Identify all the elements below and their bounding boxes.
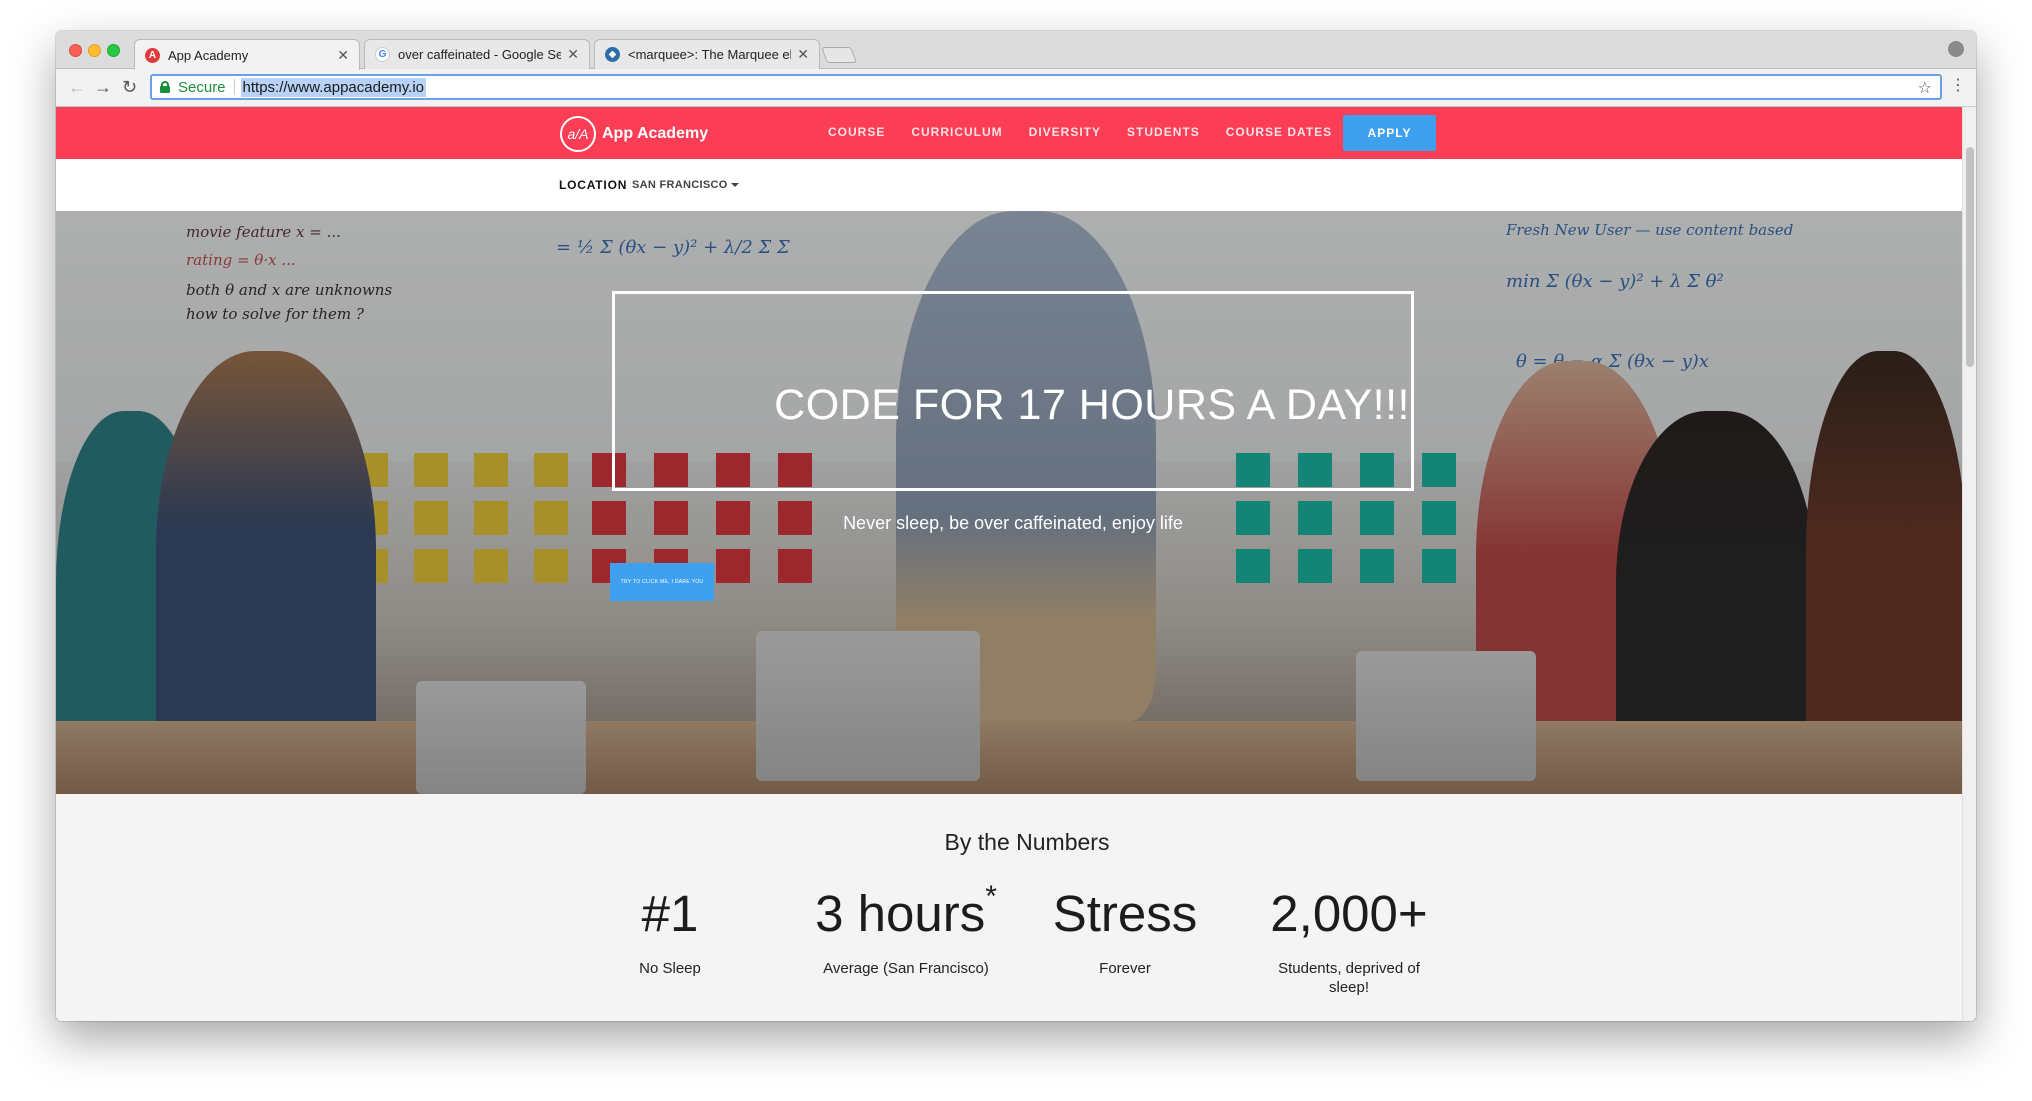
stat-label: Average (San Francisco)	[823, 960, 989, 977]
close-window-button[interactable]	[69, 44, 82, 57]
page-viewport: a/A App Academy COURSE CURRICULUM DIVERS…	[56, 107, 1962, 1021]
tab-title: over caffeinated - Google Sea	[398, 47, 562, 62]
stat-label: Students, deprived of sleep!	[1278, 960, 1420, 996]
nav-students[interactable]: STUDENTS	[1127, 125, 1200, 139]
scrollbar-thumb[interactable]	[1966, 147, 1974, 367]
location-bar: LOCATION SAN FRANCISCO	[56, 159, 1962, 211]
stat-value-text: Stress	[1052, 885, 1198, 942]
bookmark-star-icon[interactable]: ☆	[1918, 78, 1932, 98]
hero-title: CODE FOR 17 HOURS A DAY!!!	[774, 381, 1410, 429]
location-value: SAN FRANCISCO	[632, 179, 728, 191]
nav-diversity[interactable]: DIVERSITY	[1029, 125, 1101, 139]
tab-strip: A App Academy ✕ G over caffeinated - Goo…	[56, 31, 1976, 70]
tab-marquee[interactable]: ◆ <marquee>: The Marquee elem ✕	[594, 39, 820, 69]
logo-mark: a/A	[560, 116, 596, 152]
stat-footnote-marker: *	[985, 880, 997, 913]
stat-value: #1	[580, 884, 760, 943]
new-tab-button[interactable]	[821, 47, 857, 63]
tab-app-academy[interactable]: A App Academy ✕	[134, 39, 360, 70]
lock-icon	[160, 81, 170, 93]
stat-item: 3 hours* Average (San Francisco)	[806, 880, 1006, 978]
location-dropdown[interactable]: SAN FRANCISCO	[632, 179, 739, 191]
address-bar[interactable]: Secure https://www.appacademy.io ☆	[150, 74, 1942, 100]
site-header: a/A App Academy COURSE CURRICULUM DIVERS…	[56, 107, 1962, 159]
nav-course-dates[interactable]: COURSE DATES	[1226, 125, 1332, 139]
stat-value: Stress	[1035, 884, 1215, 943]
hero-section: movie feature x = ... rating = θ·x ... b…	[56, 211, 1962, 794]
logo-text: App Academy	[602, 125, 709, 142]
secure-label: Secure	[178, 78, 226, 96]
numbers-section: By the Numbers #1 No Sleep 3 hours* Aver…	[56, 794, 1962, 1021]
tab-close-icon[interactable]: ✕	[337, 47, 349, 64]
hero-cta-button[interactable]: TRY TO CLICK ME, I DARE YOU	[610, 563, 714, 601]
tab-close-icon[interactable]: ✕	[567, 46, 579, 63]
google-favicon-icon: G	[375, 47, 390, 62]
nav-curriculum[interactable]: CURRICULUM	[911, 125, 1002, 139]
caret-down-icon	[730, 183, 739, 188]
stat-item: 2,000+ Students, deprived of sleep!	[1249, 884, 1449, 997]
stat-value: 2,000+	[1249, 884, 1449, 943]
stat-value-text: #1	[641, 885, 699, 942]
stat-value-text: 2,000+	[1270, 885, 1428, 942]
stat-item: Stress Forever	[1035, 884, 1215, 978]
browser-window: A App Academy ✕ G over caffeinated - Goo…	[56, 31, 1976, 1021]
stat-item: #1 No Sleep	[580, 884, 760, 978]
site-logo[interactable]: a/A App Academy	[560, 116, 708, 152]
tab-google-search[interactable]: G over caffeinated - Google Sea ✕	[364, 39, 590, 69]
browser-toolbar: ← → ↻ Secure https://www.appacademy.io ☆…	[56, 69, 1976, 107]
numbers-heading: By the Numbers	[944, 829, 1110, 855]
stat-label: Forever	[1099, 960, 1151, 977]
hero-subtitle: Never sleep, be over caffeinated, enjoy …	[843, 513, 1183, 533]
page-scrollbar[interactable]	[1962, 107, 1976, 1021]
tab-close-icon[interactable]: ✕	[797, 46, 809, 63]
app-academy-favicon-icon: A	[145, 47, 160, 63]
browser-menu-icon[interactable]: ⋮	[1950, 78, 1966, 94]
url-text[interactable]: https://www.appacademy.io	[240, 77, 427, 97]
stat-label: No Sleep	[639, 960, 701, 977]
location-label: LOCATION	[559, 178, 628, 192]
main-nav: COURSE CURRICULUM DIVERSITY STUDENTS COU…	[828, 125, 1332, 139]
nav-course[interactable]: COURSE	[828, 125, 885, 139]
address-divider	[233, 79, 235, 95]
reload-icon[interactable]: ↻	[122, 77, 137, 97]
minimize-window-button[interactable]	[88, 44, 101, 57]
profile-icon[interactable]	[1948, 41, 1964, 57]
tab-title: <marquee>: The Marquee elem	[628, 47, 792, 62]
apply-button[interactable]: APPLY	[1343, 115, 1436, 151]
mdn-favicon-icon: ◆	[605, 47, 620, 62]
forward-arrow-icon[interactable]: →	[94, 77, 112, 97]
stat-value-text: 3 hours	[815, 885, 986, 942]
back-arrow-icon[interactable]: ←	[68, 77, 86, 97]
stat-value: 3 hours*	[806, 880, 1006, 943]
tab-title: App Academy	[168, 47, 249, 63]
maximize-window-button[interactable]	[107, 44, 120, 57]
